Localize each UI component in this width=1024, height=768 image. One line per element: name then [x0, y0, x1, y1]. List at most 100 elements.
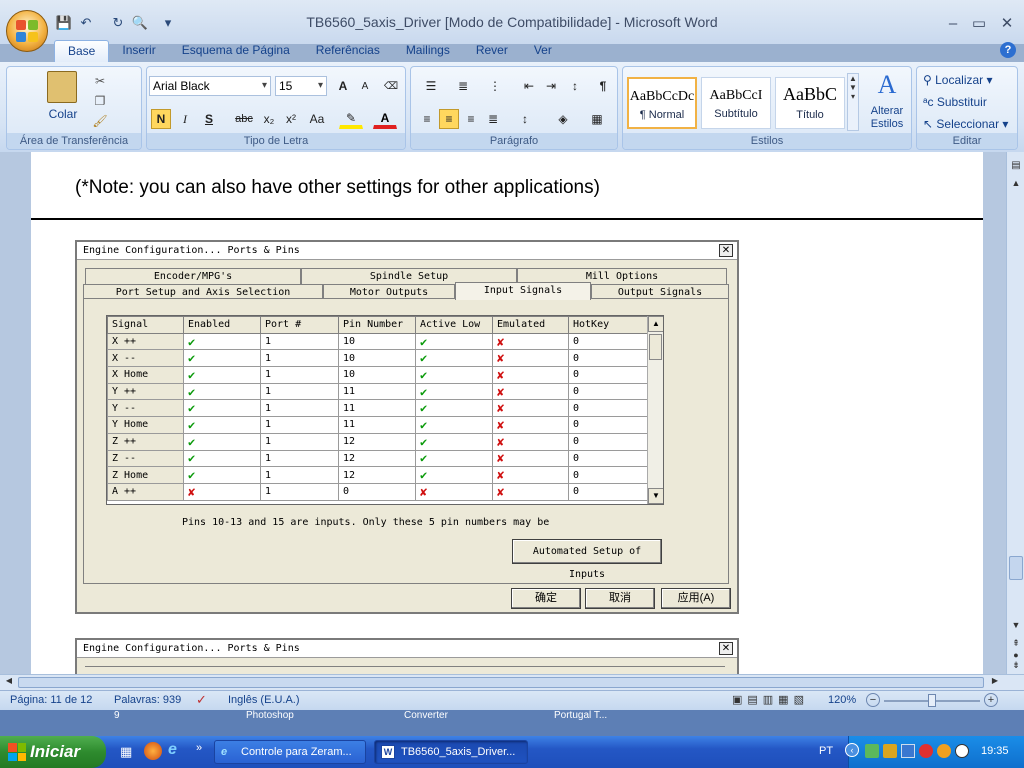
font-color-icon[interactable]: A [373, 109, 397, 129]
ruler-toggle-icon[interactable]: ▤ [1010, 160, 1022, 174]
align-center-icon[interactable]: ≡ [439, 109, 459, 129]
enabled-cell[interactable]: ✔ [183, 332, 261, 351]
bold-button[interactable]: N [151, 109, 171, 129]
table-row[interactable]: Y -- ✔ 1 11 ✔ ✘ 0 [107, 399, 648, 418]
cut-icon[interactable]: ✂ [91, 73, 109, 89]
highlight-icon[interactable]: ✎ [339, 109, 363, 129]
signal-cell[interactable]: X Home [107, 366, 184, 384]
increase-indent-icon[interactable]: ⇥ [541, 76, 561, 96]
maximize-button[interactable]: ▭ [968, 14, 990, 32]
office-button[interactable] [6, 10, 48, 52]
port-cell[interactable]: 1 [260, 416, 339, 434]
style-title[interactable]: AaBbC Título [775, 77, 845, 129]
signal-cell[interactable]: Y ++ [107, 382, 184, 401]
align-right-icon[interactable]: ≡ [461, 109, 481, 129]
tab-referencias[interactable]: Referências [303, 40, 393, 62]
port-cell[interactable]: 1 [260, 332, 339, 351]
column-header[interactable]: Pin Number [338, 316, 416, 334]
print-preview-icon[interactable]: 🔍 [132, 15, 148, 31]
scroll-thumb[interactable] [1009, 556, 1023, 580]
styles-scroll[interactable]: ▲ ▼ ▾ [847, 73, 859, 131]
scroll-down-icon[interactable]: ▼ [648, 488, 663, 504]
signal-cell[interactable]: X -- [107, 349, 184, 368]
italic-button[interactable]: I [175, 109, 195, 129]
style-subtitle[interactable]: AaBbCcI Subtítulo [701, 77, 771, 129]
copy-icon[interactable]: ❐ [91, 93, 109, 109]
zoom-slider-thumb[interactable] [928, 694, 936, 707]
active-low-cell[interactable]: ✔ [415, 382, 493, 401]
decrease-indent-icon[interactable]: ⇤ [519, 76, 539, 96]
taskbar-item-ie[interactable]: e Controle para Zeram... [214, 740, 366, 764]
paste-button[interactable]: Colar [41, 107, 85, 121]
desktop-icon-label[interactable]: 9 [114, 710, 120, 721]
emulated-cell[interactable]: ✘ [492, 482, 569, 501]
port-cell[interactable]: 1 [260, 466, 339, 484]
hotkey-cell[interactable]: 0 [568, 382, 648, 401]
pin-cell[interactable]: 11 [338, 382, 416, 401]
start-button[interactable]: Iniciar [0, 736, 106, 768]
desktop-icon-label[interactable]: Converter [404, 710, 448, 721]
enabled-cell[interactable]: ✔ [183, 466, 261, 484]
save-icon[interactable]: 💾 [56, 15, 72, 31]
firefox-icon[interactable] [144, 742, 162, 760]
hotkey-cell[interactable]: 0 [568, 366, 648, 384]
grid-scrollbar[interactable]: ▲ ▼ [647, 316, 663, 504]
sort-icon[interactable]: ↕ [565, 76, 585, 96]
find-button[interactable]: ⚲ Localizar ▾ [923, 73, 993, 87]
table-row[interactable]: X Home ✔ 1 10 ✔ ✘ 0 [107, 366, 648, 384]
change-case-button[interactable]: Aa [305, 109, 329, 129]
table-row[interactable]: X ++ ✔ 1 10 ✔ ✘ 0 [107, 332, 648, 351]
column-header[interactable]: Active Low [415, 316, 493, 334]
close-button[interactable]: ✕ [996, 14, 1018, 32]
table-row[interactable]: Y Home ✔ 1 11 ✔ ✘ 0 [107, 416, 648, 434]
apply-button[interactable]: 应用(A) [661, 588, 731, 609]
hotkey-cell[interactable]: 0 [568, 432, 648, 451]
multilevel-list-icon[interactable]: ⋮ [481, 76, 509, 96]
quicklaunch-more-icon[interactable]: » [196, 742, 202, 754]
active-low-cell[interactable]: ✔ [415, 416, 493, 434]
format-painter-icon[interactable]: 🖌 [91, 113, 109, 129]
language[interactable]: Inglês (E.U.A.) [228, 694, 300, 706]
font-size-select[interactable]: 15 [275, 76, 327, 96]
port-cell[interactable]: 1 [260, 432, 339, 451]
word-count[interactable]: Palavras: 939 [114, 694, 181, 706]
port-cell[interactable]: 1 [260, 366, 339, 384]
active-low-cell[interactable]: ✔ [415, 432, 493, 451]
line-spacing-icon[interactable]: ↕ [511, 109, 539, 129]
tab-ver[interactable]: Ver [521, 40, 565, 62]
style-normal[interactable]: AaBbCcDc ¶ Normal [627, 77, 697, 129]
active-low-cell[interactable]: ✔ [415, 349, 493, 368]
horizontal-scrollbar[interactable]: ◀ ▶ [0, 674, 1024, 690]
show-marks-icon[interactable]: ¶ [593, 76, 613, 96]
port-cell[interactable]: 1 [260, 399, 339, 418]
cancel-button[interactable]: 取消 [585, 588, 655, 609]
zoom-in-icon[interactable]: + [984, 693, 998, 707]
scroll-thumb[interactable] [649, 334, 662, 360]
zoom-out-icon[interactable]: − [866, 693, 880, 707]
signal-cell[interactable]: Z Home [107, 466, 184, 484]
scroll-up-icon[interactable]: ▲ [648, 316, 663, 332]
scroll-down-icon[interactable]: ▼ [1009, 620, 1023, 634]
table-row[interactable]: Z ++ ✔ 1 12 ✔ ✘ 0 [107, 432, 648, 451]
tab-input-signals[interactable]: Input Signals [455, 282, 591, 300]
show-desktop-icon[interactable]: ▦ [120, 744, 132, 760]
enabled-cell[interactable]: ✘ [183, 482, 261, 501]
document-page[interactable]: (*Note: you can also have other settings… [31, 152, 983, 674]
column-header[interactable]: Emulated [492, 316, 569, 334]
tab-base[interactable]: Base [54, 40, 110, 62]
next-page-icon[interactable]: ⇟ [1009, 660, 1023, 672]
signal-cell[interactable]: Y Home [107, 416, 184, 434]
table-row[interactable]: X -- ✔ 1 10 ✔ ✘ 0 [107, 349, 648, 368]
hotkey-cell[interactable]: 0 [568, 482, 648, 501]
signal-cell[interactable]: Z ++ [107, 432, 184, 451]
font-family-select[interactable]: Arial Black [149, 76, 271, 96]
tab-rever[interactable]: Rever [463, 40, 521, 62]
emulated-cell[interactable]: ✘ [492, 382, 569, 401]
emulated-cell[interactable]: ✘ [492, 332, 569, 351]
hotkey-cell[interactable]: 0 [568, 466, 648, 484]
tray-app-icon[interactable] [865, 744, 879, 758]
underline-button[interactable]: S [199, 109, 219, 129]
bullets-icon[interactable]: ☰ [417, 76, 445, 96]
minimize-button[interactable]: – [942, 14, 964, 32]
replace-button[interactable]: ᵃc Substituir [923, 95, 987, 109]
